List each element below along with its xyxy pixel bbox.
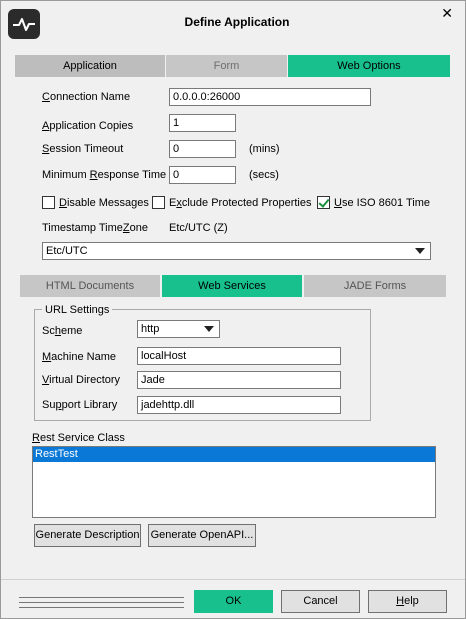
rest-service-class-label: Rest Service Class	[32, 432, 125, 444]
application-copies-input[interactable]: 1	[169, 114, 236, 132]
generate-description-button[interactable]: Generate Description	[34, 524, 141, 547]
connection-name-label: Connection Name	[42, 91, 131, 103]
machine-name-input[interactable]: localHost	[137, 347, 341, 365]
timezone-selected-value: Etc/UTC	[46, 245, 88, 257]
tab-web-services[interactable]: Web Services	[162, 275, 304, 297]
footer-grip-line	[19, 607, 184, 608]
cancel-button[interactable]: Cancel	[281, 590, 360, 613]
support-library-label: Support Library	[42, 399, 118, 411]
timestamp-timezone-value: Etc/UTC (Z)	[169, 222, 228, 234]
help-button[interactable]: Help	[368, 590, 447, 613]
exclude-protected-label: Exclude Protected Properties	[169, 197, 312, 209]
use-iso-8601-label: Use ISO 8601 Time	[334, 197, 430, 209]
disable-messages-label: Disable Messages	[59, 197, 149, 209]
main-tab-strip: Application Form Web Options	[15, 55, 451, 77]
scheme-selected-value: http	[141, 323, 160, 335]
generate-openapi-button[interactable]: Generate OpenAPI...	[148, 524, 256, 547]
timestamp-timezone-label: Timestamp TimeZone	[42, 222, 148, 234]
session-timeout-input[interactable]: 0	[169, 140, 236, 158]
title-bar: Define Application ✕	[1, 1, 465, 45]
chevron-down-icon	[415, 248, 425, 254]
chevron-down-icon	[204, 326, 214, 332]
min-response-time-label: Minimum Response Time	[42, 169, 167, 181]
scheme-label: Scheme	[42, 325, 83, 337]
footer-grip-line	[19, 602, 184, 603]
tab-jade-forms[interactable]: JADE Forms	[304, 275, 446, 297]
url-settings-legend: URL Settings	[42, 304, 113, 316]
machine-name-label: Machine Name	[42, 351, 116, 363]
use-iso-8601-checkbox[interactable]	[317, 196, 330, 209]
footer-divider	[1, 579, 465, 580]
footer-grip-line	[19, 597, 184, 598]
close-icon[interactable]: ✕	[441, 5, 453, 22]
exclude-protected-checkbox[interactable]	[152, 196, 165, 209]
disable-messages-checkbox[interactable]	[42, 196, 55, 209]
rest-service-class-list[interactable]: RestTest	[32, 446, 436, 518]
min-response-time-input[interactable]: 0	[169, 166, 236, 184]
tab-html-documents[interactable]: HTML Documents	[20, 275, 162, 297]
define-application-dialog: Define Application ✕ Application Form We…	[0, 0, 466, 619]
session-timeout-label: Session Timeout	[42, 143, 124, 155]
sub-tab-strip: HTML Documents Web Services JADE Forms	[20, 275, 446, 297]
tab-application[interactable]: Application	[15, 55, 166, 77]
connection-name-input[interactable]: 0.0.0.0:26000	[169, 88, 371, 106]
support-library-input[interactable]: jadehttp.dll	[137, 396, 341, 414]
list-item[interactable]: RestTest	[33, 447, 435, 462]
tab-form[interactable]: Form	[166, 55, 288, 77]
scheme-select[interactable]: http	[137, 320, 220, 338]
tab-web-options[interactable]: Web Options	[288, 55, 451, 77]
min-response-time-unit: (secs)	[249, 169, 279, 181]
dialog-title: Define Application	[184, 15, 290, 29]
application-copies-label: Application Copies	[42, 120, 134, 132]
virtual-directory-label: Virtual Directory	[42, 374, 121, 386]
ok-button[interactable]: OK	[194, 590, 273, 613]
timezone-select[interactable]: Etc/UTC	[42, 242, 431, 260]
virtual-directory-input[interactable]: Jade	[137, 371, 341, 389]
session-timeout-unit: (mins)	[249, 143, 280, 155]
